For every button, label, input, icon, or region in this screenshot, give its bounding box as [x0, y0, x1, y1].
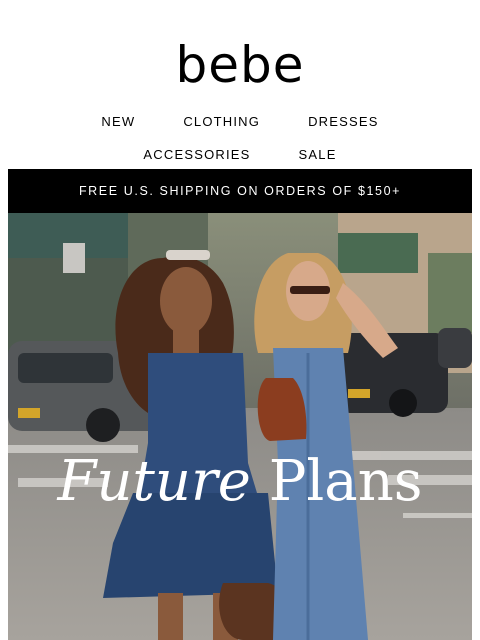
nav-item-sale[interactable]: SALE	[299, 147, 337, 163]
main-nav-row-2: ACCESSORIES SALE	[0, 147, 480, 163]
brand-logo-text: bebe	[175, 36, 305, 94]
main-nav-row-1: NEW CLOTHING DRESSES	[0, 114, 480, 130]
nav-item-clothing[interactable]: CLOTHING	[183, 114, 260, 130]
hero-photo-illustration	[8, 213, 472, 640]
headline-part-2: Plans	[268, 449, 423, 514]
brand-logo[interactable]: bebe	[0, 40, 480, 90]
hero-headline: Future Plans	[0, 452, 480, 512]
nav-item-new[interactable]: NEW	[101, 114, 135, 130]
nav-item-dresses[interactable]: DRESSES	[308, 114, 379, 130]
headline-part-1: Future	[57, 449, 251, 514]
hero-image[interactable]	[8, 213, 472, 640]
nav-item-accessories[interactable]: ACCESSORIES	[143, 147, 250, 163]
shipping-banner[interactable]: FREE U.S. SHIPPING ON ORDERS OF $150+	[8, 169, 472, 213]
shipping-banner-text: FREE U.S. SHIPPING ON ORDERS OF $150+	[78, 184, 402, 198]
